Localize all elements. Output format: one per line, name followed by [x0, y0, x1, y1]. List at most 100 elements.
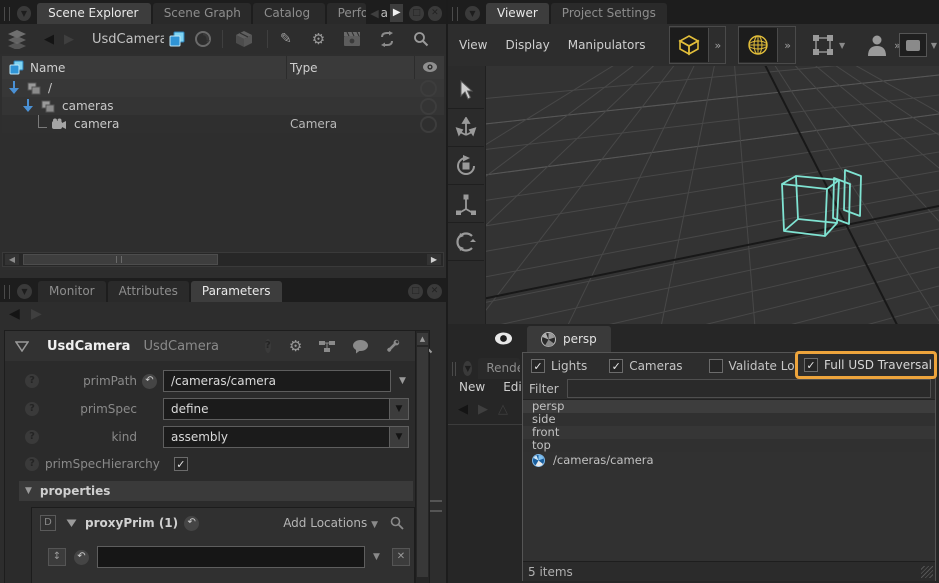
tab-scene-explorer[interactable]: Scene Explorer	[37, 3, 151, 24]
column-name[interactable]: Name	[30, 61, 65, 75]
reset-arrow-icon[interactable]: ↶	[74, 550, 89, 565]
proxyPrim-value-field[interactable]	[97, 546, 365, 568]
collapse-triangle-icon[interactable]	[66, 519, 77, 528]
primSpec-dropdown[interactable]: define ▼	[163, 398, 409, 420]
tab-parameters[interactable]: Parameters	[191, 281, 282, 302]
dropdown-arrow-icon[interactable]: ▼	[373, 552, 380, 562]
node-graph-icon[interactable]	[318, 339, 336, 353]
help-icon[interactable]: ?	[265, 339, 271, 353]
node-settings-gear-icon[interactable]: ⚙	[289, 337, 302, 355]
primPath-field[interactable]: /cameras/camera	[163, 370, 391, 392]
reset-arrow-icon[interactable]: ↶	[142, 374, 157, 389]
tab-scroll-right-icon[interactable]: ▶	[390, 4, 403, 22]
tree-hscrollbar[interactable]: ◀ ▶	[2, 252, 444, 267]
panel-drag-handle[interactable]	[4, 285, 10, 299]
nav-up-icon[interactable]: △	[498, 402, 508, 417]
splitter-handle[interactable]	[430, 500, 442, 512]
scale-tool-button[interactable]	[448, 185, 484, 223]
panel-drag-handle[interactable]	[452, 7, 458, 21]
filter-input[interactable]	[567, 379, 931, 398]
camera-tab-persp[interactable]: persp	[527, 326, 611, 352]
scroll-right-icon[interactable]: ▶	[427, 254, 441, 265]
remove-x-icon[interactable]: ✕	[392, 548, 410, 566]
tab-viewer[interactable]: Viewer	[486, 3, 549, 24]
panel-menu-button[interactable]: ▼	[463, 361, 472, 376]
panel-float-icon[interactable]: □	[408, 284, 423, 299]
viewport[interactable]	[448, 66, 939, 324]
menu-manipulators[interactable]: Manipulators	[559, 38, 655, 52]
panel-menu-button[interactable]: ▼	[465, 6, 480, 21]
history-forward-icon[interactable]: ▶	[64, 32, 74, 47]
row-visibility-toggle[interactable]	[420, 80, 437, 97]
param-vscrollbar[interactable]: ▲	[415, 331, 429, 583]
translate-tool-button[interactable]	[448, 109, 484, 147]
sync-arrows-icon[interactable]	[379, 31, 395, 47]
tree-row-root[interactable]: /	[2, 79, 444, 97]
panel-close-icon[interactable]: ✕	[428, 6, 442, 21]
package-icon[interactable]	[233, 29, 255, 49]
panel-menu-button[interactable]: ▼	[17, 6, 31, 21]
panel-drag-handle[interactable]	[452, 362, 456, 376]
clapperboard-icon[interactable]	[343, 31, 361, 47]
properties-group-header[interactable]: ▼ properties	[19, 481, 413, 501]
scenegraph-node-icon[interactable]	[168, 30, 186, 48]
scrollbar-thumb[interactable]	[417, 347, 428, 577]
resize-grip[interactable]	[921, 566, 933, 578]
scroll-up-icon[interactable]: ▲	[417, 333, 428, 345]
layers-icon[interactable]	[6, 29, 28, 49]
orbit-tool-button[interactable]	[448, 223, 484, 261]
visibility-eye-icon[interactable]	[422, 60, 438, 74]
tab-attributes[interactable]: Attributes	[108, 281, 189, 302]
camera-wireframe[interactable]	[448, 66, 939, 324]
row-visibility-toggle[interactable]	[420, 98, 437, 115]
viewport-layout-button[interactable]: ▼	[899, 33, 937, 57]
column-type[interactable]: Type	[290, 61, 318, 75]
panel-float-icon[interactable]: □	[409, 6, 423, 21]
rotate-tool-button[interactable]	[448, 147, 484, 185]
comment-bubble-icon[interactable]	[352, 339, 369, 354]
primPath-dropdown-icon[interactable]: ▼	[399, 376, 406, 386]
tab-project-settings[interactable]: Project Settings	[551, 3, 667, 24]
liveness-icon[interactable]	[194, 30, 212, 48]
param-help-icon[interactable]: ?	[25, 402, 39, 416]
param-help-icon[interactable]: ?	[25, 457, 39, 471]
param-forward-icon[interactable]: ▶	[31, 306, 42, 322]
camera-person-button[interactable]: »	[867, 34, 899, 56]
list-item-persp[interactable]: persp	[523, 400, 935, 413]
kind-dropdown[interactable]: assembly ▼	[163, 426, 409, 448]
tab-scene-graph[interactable]: Scene Graph	[153, 3, 251, 24]
lighting-mode-button[interactable]: »	[738, 26, 796, 64]
tab-render[interactable]: Render	[478, 358, 520, 379]
expander-down-icon[interactable]	[8, 81, 20, 95]
param-back-icon[interactable]: ◀	[9, 306, 20, 322]
nav-back-icon[interactable]: ◀	[458, 402, 468, 417]
scroll-left-icon[interactable]: ◀	[5, 254, 19, 265]
param-help-icon[interactable]: ?	[25, 374, 39, 388]
list-item-camera[interactable]: /cameras/camera	[523, 452, 935, 468]
selection-mode-button[interactable]: ▼	[812, 34, 845, 56]
param-help-icon[interactable]: ?	[25, 430, 39, 444]
validate-locations-checkbox[interactable]	[709, 359, 723, 373]
reorder-handle-icon[interactable]: ↕	[48, 548, 66, 566]
visibility-eye-icon[interactable]	[494, 331, 513, 346]
tab-overflow[interactable]: a	[381, 6, 388, 20]
shading-mode-button[interactable]: »	[669, 26, 727, 64]
tab-monitor[interactable]: Monitor	[38, 281, 106, 302]
lights-checkbox[interactable]: ✓	[531, 359, 545, 373]
menu-display[interactable]: Display	[496, 38, 558, 52]
scrollbar-thumb[interactable]	[23, 254, 218, 265]
tab-catalog[interactable]: Catalog	[253, 3, 325, 24]
panel-drag-handle[interactable]	[4, 7, 10, 21]
tab-performance[interactable]: Perfo	[327, 3, 367, 24]
select-tool-button[interactable]	[448, 71, 484, 109]
nav-forward-icon[interactable]: ▶	[478, 402, 488, 417]
tab-scroll-left-icon[interactable]: ◀	[370, 7, 378, 20]
list-item-front[interactable]: front	[523, 426, 935, 439]
list-item-top[interactable]: top	[523, 439, 935, 452]
reset-arrow-icon[interactable]: ↶	[184, 516, 199, 531]
expander-down-icon[interactable]	[22, 99, 34, 113]
wrench-icon[interactable]	[385, 338, 401, 354]
search-icon[interactable]	[390, 516, 404, 530]
tree-row-cameras[interactable]: cameras	[2, 97, 444, 115]
cameras-checkbox[interactable]: ✓	[609, 359, 623, 373]
